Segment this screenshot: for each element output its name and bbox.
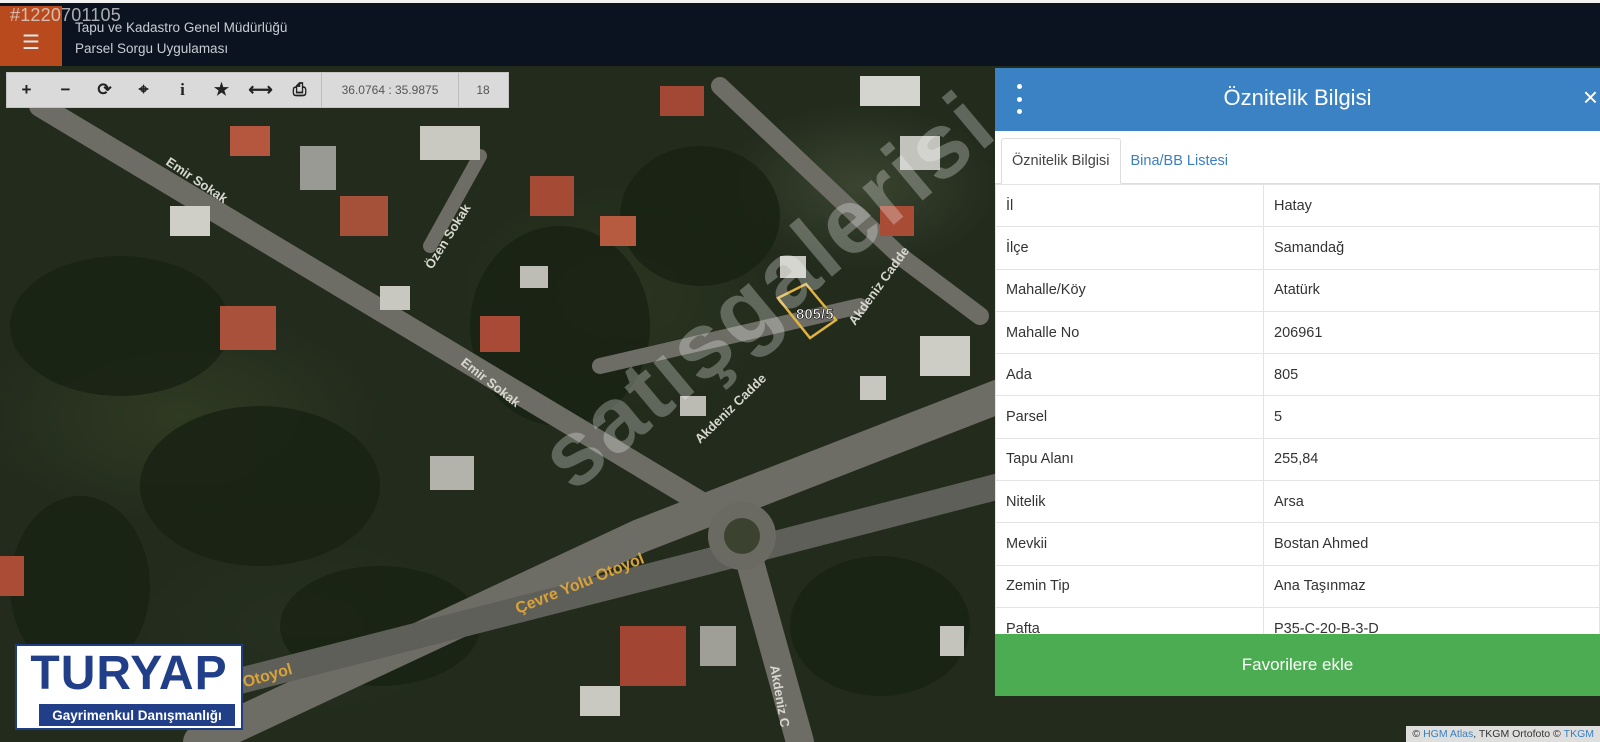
- attribution-prefix: ©: [1412, 728, 1421, 740]
- row-key: Nitelik: [995, 480, 1264, 524]
- measure-icon: ⟷: [248, 80, 273, 99]
- info-button[interactable]: i: [163, 72, 202, 108]
- zoom-out-icon: −: [60, 80, 71, 99]
- table-row: Mahalle No 206961: [995, 310, 1600, 355]
- map-attribution: © HGM Atlas, TKGM Ortofoto © TKGM: [1406, 726, 1600, 742]
- listing-id: #1220701105: [10, 5, 121, 25]
- row-value: 255,84: [1263, 437, 1600, 482]
- row-value: Arsa: [1263, 480, 1600, 524]
- row-value: Atatürk: [1263, 268, 1600, 312]
- star-icon: ★: [213, 80, 230, 99]
- row-key: Mahalle No: [995, 310, 1264, 355]
- attribution-mid: , TKGM Ortofoto ©: [1473, 728, 1561, 740]
- info-icon: i: [180, 80, 185, 99]
- row-key: Tapu Alanı: [995, 437, 1264, 482]
- row-key: Parsel: [995, 395, 1264, 439]
- table-row: Pafta P35-C-20-B-3-D: [995, 606, 1600, 635]
- locate-button[interactable]: ⌖: [124, 72, 163, 108]
- print-button[interactable]: ⎙: [280, 72, 319, 108]
- close-icon[interactable]: ×: [1583, 84, 1598, 110]
- table-row: Tapu Alanı 255,84: [995, 437, 1600, 482]
- logo-tagline: Gayrimenkul Danışmanlığı: [39, 704, 235, 726]
- app-header: ☰ Tapu ve Kadastro Genel Müdürlüğü Parse…: [0, 0, 1600, 66]
- zoom-level: 18: [476, 83, 490, 97]
- add-to-favorites-button[interactable]: Favorilere ekle: [995, 634, 1600, 696]
- table-row: Ada 805: [995, 353, 1600, 397]
- table-row: Nitelik Arsa: [995, 480, 1600, 524]
- table-row: Parsel 5: [995, 395, 1600, 439]
- turyap-logo: TURYAP Gayrimenkul Danışmanlığı: [15, 644, 243, 730]
- row-value: Ana Taşınmaz: [1263, 564, 1600, 608]
- row-key: Zemin Tip: [995, 564, 1264, 608]
- table-row: İl Hatay: [995, 184, 1600, 228]
- table-row: Zemin Tip Ana Taşınmaz: [995, 564, 1600, 608]
- coordinate-readout: 36.0764 : 35.9875: [321, 72, 459, 108]
- row-value: 805: [1263, 353, 1600, 397]
- tkgm-link[interactable]: TKGM: [1564, 728, 1594, 740]
- row-key: İl: [995, 184, 1264, 228]
- app-title-line2: Parsel Sorgu Uygulaması: [75, 41, 229, 56]
- hgm-atlas-link[interactable]: HGM Atlas: [1423, 728, 1473, 740]
- row-key: Mahalle/Köy: [995, 268, 1264, 312]
- map-toolbar: + − ⟳ ⌖ i ★ ⟷ ⎙ 36.0764 : 35.9875 18: [6, 72, 509, 108]
- row-key: İlçe: [995, 226, 1264, 270]
- hamburger-icon: ☰: [22, 32, 40, 54]
- zoom-in-icon: +: [21, 80, 32, 99]
- table-row: İlçe Samandağ: [995, 226, 1600, 270]
- locate-icon: ⌖: [138, 80, 149, 99]
- attribute-table-scroll[interactable]: İl Hatay İlçe Samandağ Mahalle/Köy Atatürk …: [995, 184, 1600, 635]
- zoom-out-button[interactable]: −: [46, 72, 85, 108]
- panel-tabs: Öznitelik Bilgisi Bina/BB Listesi: [995, 131, 1600, 184]
- zoom-in-button[interactable]: +: [7, 72, 46, 108]
- favorites-button[interactable]: ★: [202, 72, 241, 108]
- row-value: Hatay: [1263, 184, 1600, 228]
- table-row: Mevkii Bostan Ahmed: [995, 522, 1600, 566]
- row-value: Samandağ: [1263, 226, 1600, 270]
- row-key: Pafta: [995, 606, 1264, 635]
- row-key: Ada: [995, 353, 1264, 397]
- row-key: Mevkii: [995, 522, 1264, 566]
- table-row: Mahalle/Köy Atatürk: [995, 268, 1600, 312]
- attribute-table: İl Hatay İlçe Samandağ Mahalle/Köy Atatürk …: [995, 184, 1600, 635]
- attribute-panel: Öznitelik Bilgisi × Öznitelik Bilgisi Bi…: [995, 68, 1600, 696]
- logo-wordmark: TURYAP: [30, 647, 228, 700]
- row-value: Bostan Ahmed: [1263, 522, 1600, 566]
- tab-attribute-info[interactable]: Öznitelik Bilgisi: [1001, 138, 1121, 184]
- refresh-icon: ⟳: [97, 80, 112, 99]
- row-value: P35-C-20-B-3-D: [1263, 606, 1600, 635]
- row-value: 5: [1263, 395, 1600, 439]
- panel-header: Öznitelik Bilgisi ×: [995, 68, 1600, 131]
- tab-building-list[interactable]: Bina/BB Listesi: [1121, 138, 1239, 184]
- print-icon: ⎙: [292, 80, 307, 99]
- measure-button[interactable]: ⟷: [241, 72, 280, 108]
- refresh-button[interactable]: ⟳: [85, 72, 124, 108]
- row-value: 206961: [1263, 310, 1600, 355]
- panel-title: Öznitelik Bilgisi: [1223, 85, 1372, 110]
